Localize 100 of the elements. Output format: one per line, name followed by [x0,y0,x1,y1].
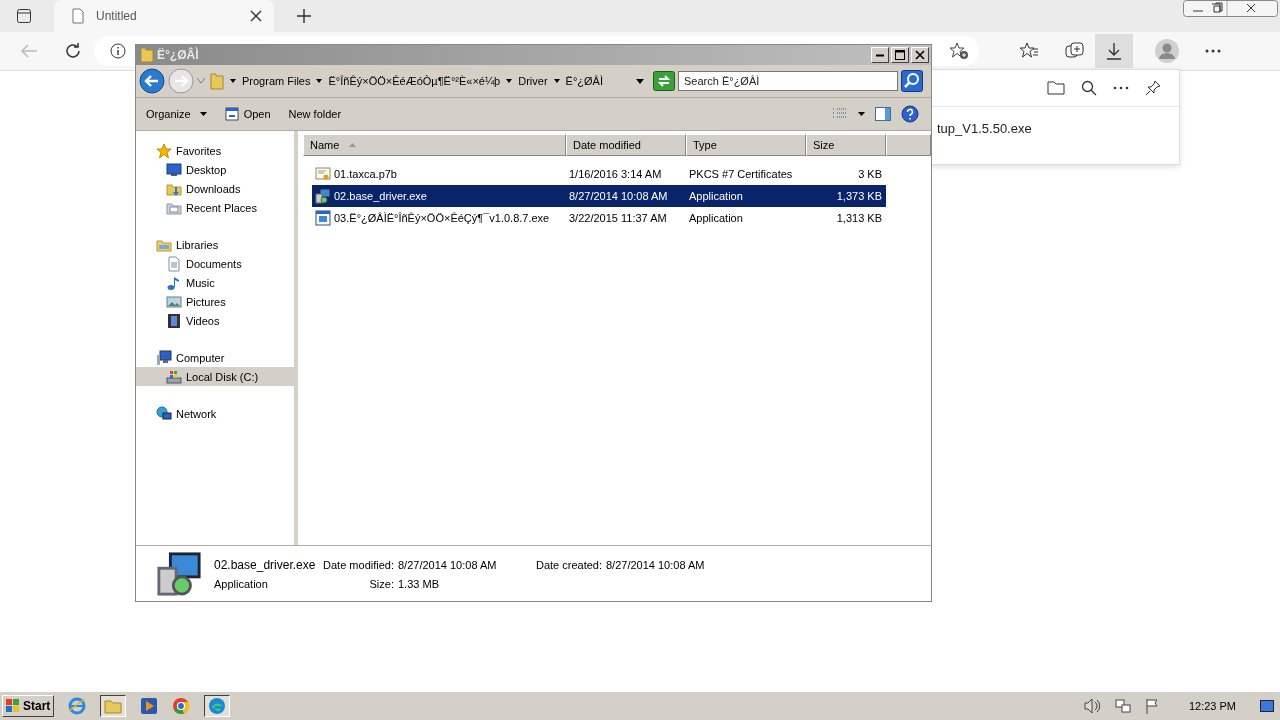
nav-item[interactable]: Computer [136,348,294,367]
pin-icon[interactable] [1145,80,1161,96]
toolbar-button[interactable]: Organize [142,105,211,123]
file-name: 03.Ë°¿ØÂÌË°ÎñÊý×ÖÖ×ÊéÇý¶¯v1.0.8.7.exe [334,212,550,224]
caret-icon[interactable] [858,112,865,116]
caret-icon[interactable] [553,79,560,83]
speaker-icon[interactable] [1082,698,1101,714]
more-icon[interactable] [1205,49,1221,53]
dropdown-arrow-icon[interactable] [636,78,644,84]
profile-avatar-icon[interactable] [1155,39,1179,63]
breadcrumb-item[interactable]: Program Files [242,75,311,87]
nav-item[interactable]: Downloads [136,179,294,198]
document-icon [166,255,182,272]
download-file-name[interactable]: tup_V1.5.50.exe [937,121,1032,136]
caret-icon[interactable] [316,79,323,83]
chrome-icon[interactable] [172,697,191,715]
minimize-button[interactable] [871,47,889,63]
details-file-type: Application [214,577,269,590]
column-header[interactable]: Type [686,134,806,156]
page-icon [72,8,84,24]
nav-item[interactable]: Recent Places [136,198,294,217]
close-button[interactable] [911,47,929,63]
breadcrumb-item[interactable]: Ë°¿ØÂÌ [565,75,603,87]
globe-icon [156,405,172,422]
breadcrumb-item[interactable]: Ë°ÎñÊý×ÖÖ×ÊéÆóÒµ¶Ë°²È«×é¼þ [328,75,501,87]
new-tab-icon[interactable] [296,8,312,24]
refresh-icon[interactable] [653,71,675,91]
nav-item[interactable]: Network [136,404,294,423]
column-header[interactable]: Date modified [566,134,686,156]
browser-tab[interactable]: Untitled [54,0,274,32]
nav-item[interactable]: Local Disk (C:) [136,367,294,386]
nav-item[interactable]: Desktop [136,160,294,179]
column-header[interactable]: Size [806,134,886,156]
maximize-button[interactable] [891,47,909,63]
explorer-taskbar-button[interactable] [100,695,127,717]
caret-icon [199,112,207,116]
monitor-icon [166,161,182,178]
downloads-button[interactable] [1095,34,1133,68]
info-icon [110,43,126,59]
edge-taskbar-button[interactable] [204,695,231,717]
search-field[interactable]: Search Ë°¿ØÂÌ [678,71,898,91]
close-tab-icon[interactable] [250,10,262,22]
column-header[interactable]: Name [303,134,566,156]
close-icon [915,50,925,60]
file-size: 3 KB [858,168,882,180]
picture-icon [166,293,182,310]
favorites-icon[interactable] [1019,42,1039,60]
nav-item[interactable]: Music [136,273,294,292]
details-value: 8/27/2014 10:08 AM [606,558,705,571]
certificate-icon [315,166,331,182]
nav-item[interactable]: Favorites [136,141,294,160]
refresh-icon[interactable] [64,42,82,60]
nav-item[interactable]: Videos [136,311,294,330]
media-player-icon[interactable] [140,697,159,715]
start-button[interactable]: Start [2,695,55,717]
network-status-icon[interactable] [1114,698,1131,714]
search-icon[interactable] [1081,80,1097,96]
details-label: Size: [368,577,395,590]
caret-icon[interactable] [230,79,236,83]
toolbar-button[interactable]: New folder [284,105,346,123]
folder-icon [140,47,154,63]
file-type: PKCS #7 Certificates [689,168,793,180]
window-controls-icon[interactable] [1183,0,1278,17]
file-row[interactable]: 02.base_driver.exe 8/27/2014 10:08 AM Application 1,373 KB [312,185,886,207]
open-window-icon [224,107,239,121]
file-name: 02.base_driver.exe [334,190,427,202]
date-modified: 1/16/2016 3:14 AM [569,168,662,180]
file-size: 1,373 KB [836,190,882,202]
app-window-icon [315,210,331,226]
clock[interactable]: 12:23 PM [1188,700,1236,712]
nav-item[interactable]: Documents [136,254,294,273]
caret-icon[interactable] [506,79,513,83]
flag-icon[interactable] [1144,698,1161,714]
file-row[interactable]: 03.Ë°¿ØÂÌË°ÎñÊý×ÖÖ×ÊéÇý¶¯v1.0.8.7.exe 3/22/2015 11:37 AM Application 1,313 KB [312,207,886,229]
more-icon[interactable] [1113,86,1129,90]
window-title: Ë°¿ØÂÌ [157,48,199,62]
details-label: Date created: [534,558,603,571]
installer-icon [315,188,331,204]
folder-icon[interactable] [1047,80,1065,96]
toolbar-button[interactable]: Open [220,104,275,124]
file-name: 01.taxca.p7b [334,168,397,180]
nav-item[interactable]: Pictures [136,292,294,311]
help-icon[interactable] [901,105,919,123]
preview-pane-icon[interactable] [875,107,891,121]
show-desktop-icon[interactable] [1260,700,1274,712]
file-type: Application [689,212,743,224]
search-icon[interactable] [901,70,923,92]
installer-icon [156,550,202,597]
breadcrumb-item[interactable]: Driver [518,75,548,87]
nav-item[interactable]: Libraries [136,235,294,254]
minimize-icon [876,53,884,57]
computer-icon [156,349,172,366]
file-row[interactable]: 01.taxca.p7b 1/16/2016 3:14 AM PKCS #7 Certificates 3 KB [312,163,886,185]
drive-icon [166,368,182,385]
details-value: 1.33 MB [398,577,440,590]
star-icon [156,142,172,159]
collections-icon[interactable] [1065,42,1085,60]
star-plus-icon[interactable] [949,42,969,60]
folder-icon [210,72,224,90]
tab-actions-icon[interactable] [16,8,32,24]
